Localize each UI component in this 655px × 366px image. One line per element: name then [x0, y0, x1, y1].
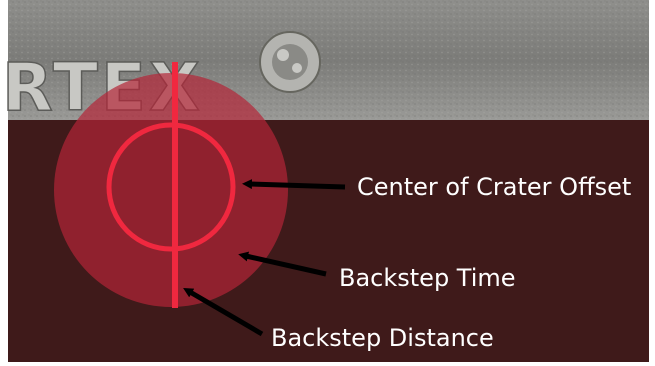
label-center-of-crater-offset: Center of Crater Offset — [357, 173, 631, 201]
label-backstep-distance: Backstep Distance — [271, 324, 494, 352]
stamped-emblem-icon — [259, 31, 321, 93]
crater-disc — [54, 73, 288, 307]
label-backstep-time: Backstep Time — [339, 264, 516, 292]
arrow-center-offset — [242, 179, 346, 190]
crater-diagram: RTEX Center of Crater Offset Backstep Ti… — [1, 0, 649, 362]
